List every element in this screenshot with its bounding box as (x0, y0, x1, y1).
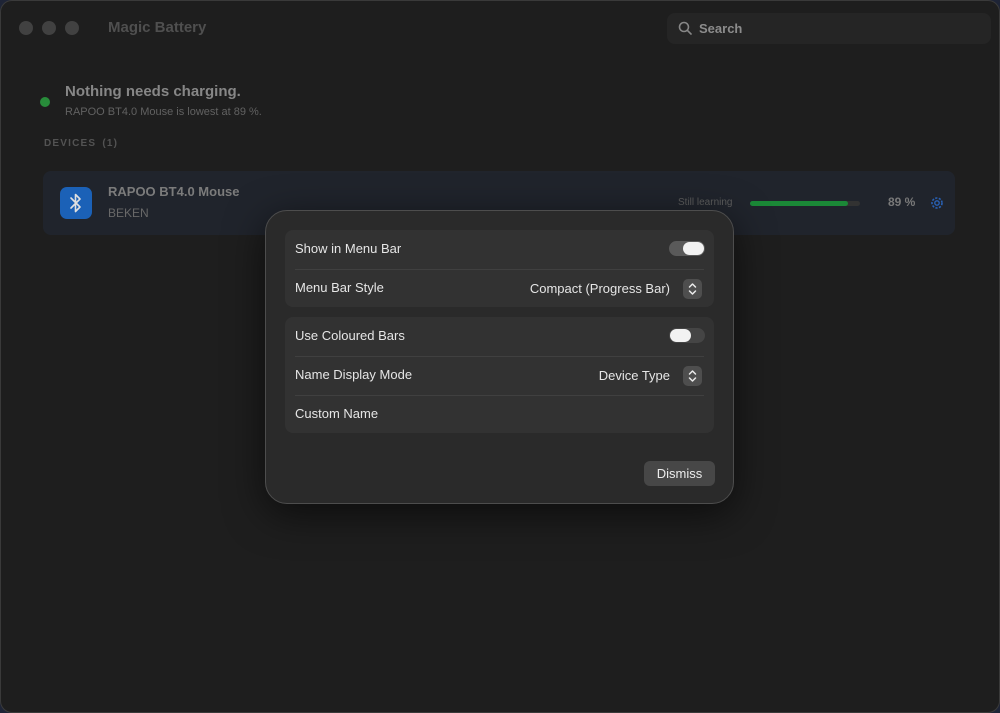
use-coloured-bars-label: Use Coloured Bars (295, 328, 405, 343)
toggle-knob (670, 329, 691, 342)
menu-bar-settings-group: Show in Menu Bar Menu Bar Style Compact … (285, 230, 714, 307)
device-settings-sheet: Show in Menu Bar Menu Bar Style Compact … (265, 210, 734, 504)
menu-bar-style-row: Menu Bar Style Compact (Progress Bar) (285, 269, 714, 308)
toggle-knob (683, 242, 704, 255)
dismiss-button[interactable]: Dismiss (644, 461, 715, 486)
show-in-menu-bar-toggle[interactable] (669, 241, 705, 256)
show-in-menu-bar-label: Show in Menu Bar (295, 241, 402, 256)
show-in-menu-bar-row: Show in Menu Bar (285, 230, 714, 269)
name-display-mode-chevron-updown-icon[interactable] (683, 366, 702, 386)
name-display-mode-row: Name Display Mode Device Type (285, 356, 714, 395)
name-display-mode-select[interactable]: Device Type (599, 368, 670, 383)
menu-bar-style-label: Menu Bar Style (295, 280, 384, 295)
use-coloured-bars-row: Use Coloured Bars (285, 317, 714, 356)
custom-name-row[interactable]: Custom Name (285, 395, 714, 434)
custom-name-label: Custom Name (295, 406, 379, 421)
display-settings-group: Use Coloured Bars Name Display Mode Devi… (285, 317, 714, 433)
name-display-mode-label: Name Display Mode (295, 367, 413, 382)
menu-bar-style-chevron-updown-icon[interactable] (683, 279, 702, 299)
use-coloured-bars-toggle[interactable] (669, 328, 705, 343)
menu-bar-style-select[interactable]: Compact (Progress Bar) (530, 281, 670, 296)
app-window: Magic Battery Search Nothing needs charg… (0, 0, 1000, 713)
